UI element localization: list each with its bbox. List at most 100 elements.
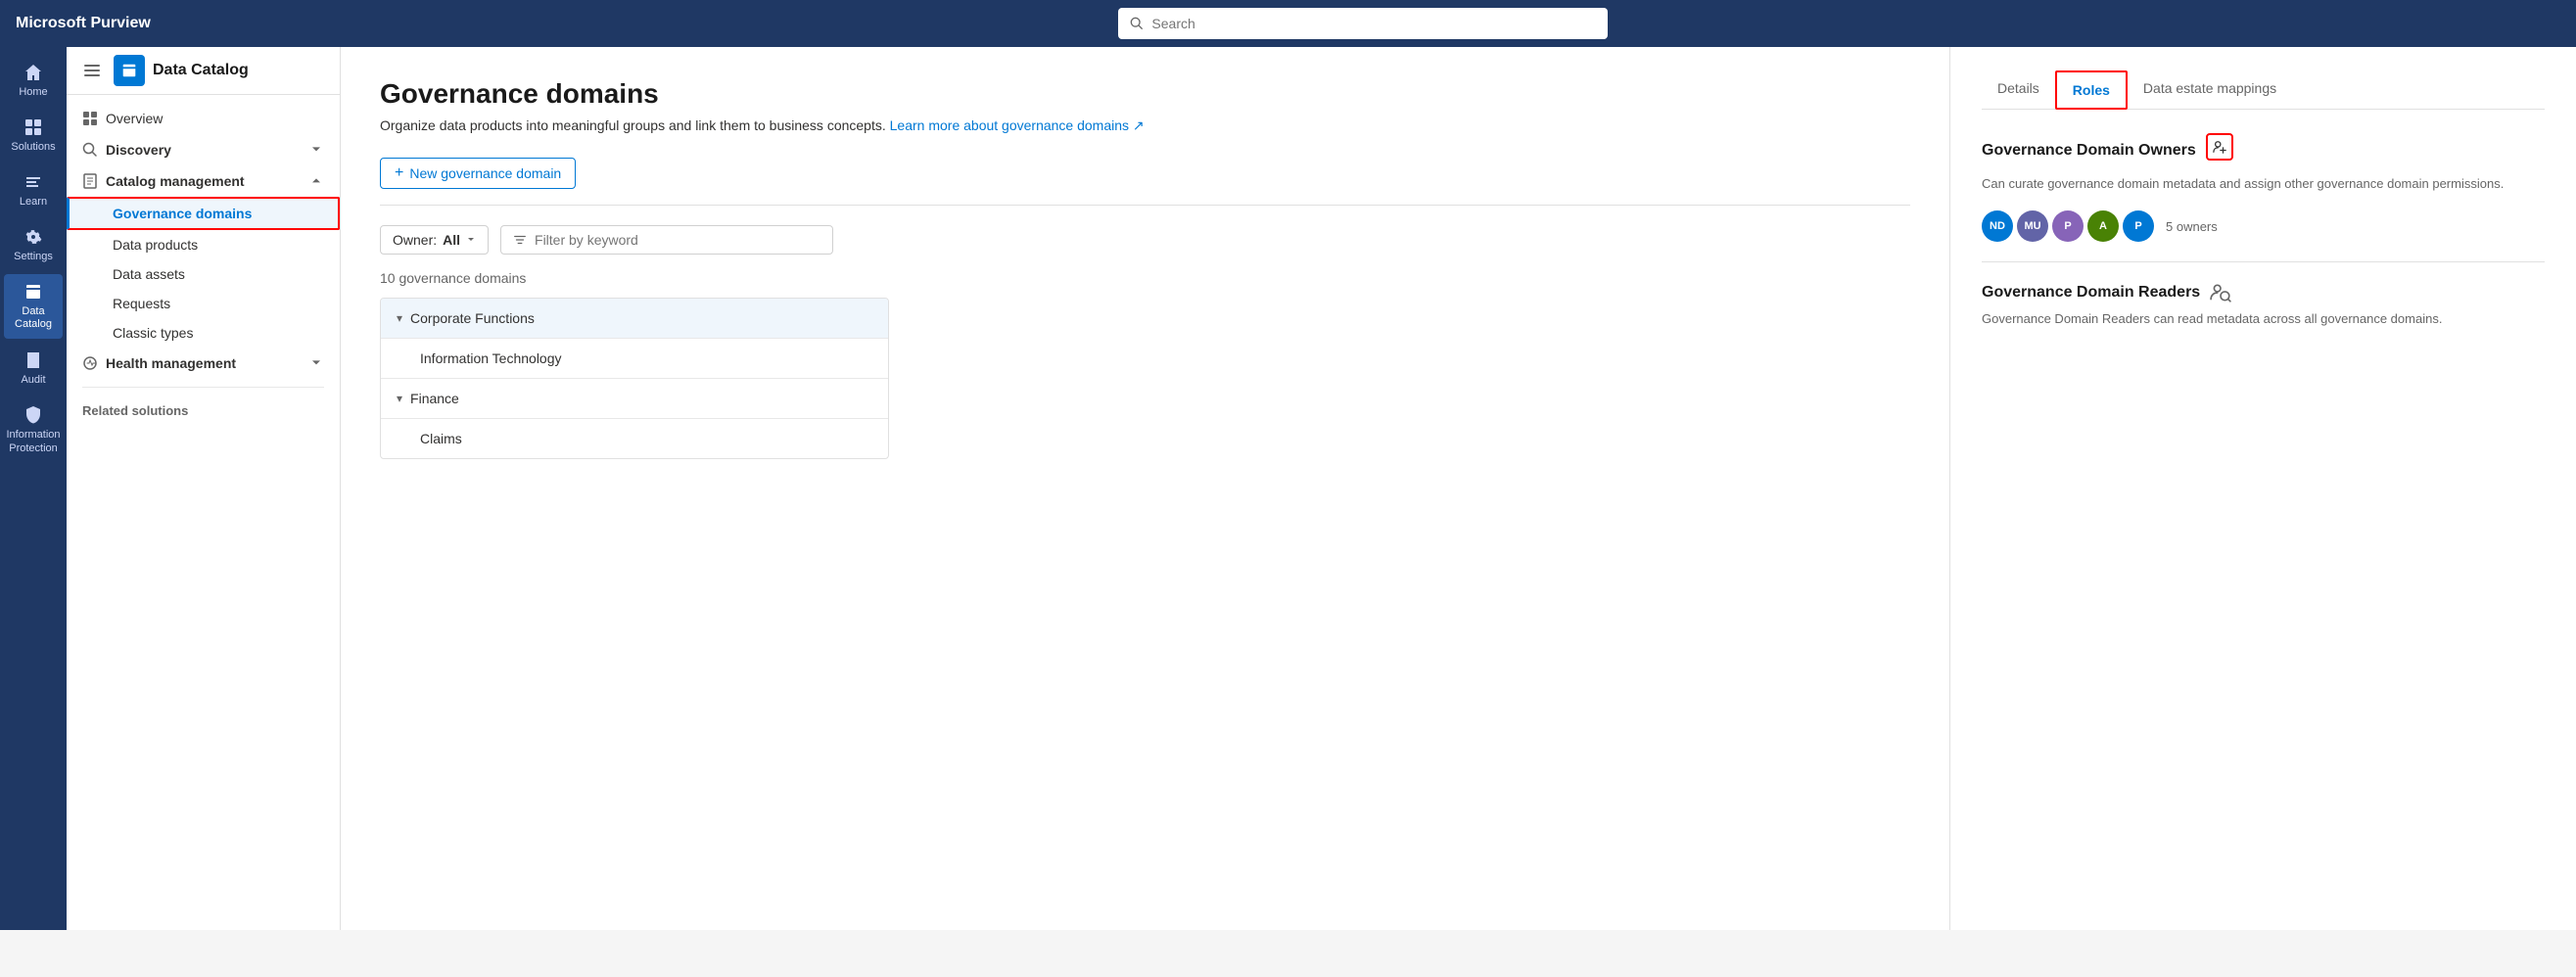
readers-title-text: Governance Domain Readers	[1982, 284, 2200, 302]
sidebar-governance-domains-label: Governance domains	[113, 206, 252, 221]
tab-roles[interactable]: Roles	[2055, 70, 2128, 110]
tab-data-estate-mappings[interactable]: Data estate mappings	[2128, 70, 2292, 110]
content-wrapper: Governance domains Organize data product…	[341, 47, 2576, 930]
sidebar-item-requests[interactable]: Requests	[67, 289, 340, 318]
sidebar-item-overview[interactable]: Overview	[67, 103, 340, 134]
sidebar-menu-toggle[interactable]	[78, 57, 106, 84]
sidebar-item-data-products[interactable]: Data products	[67, 230, 340, 259]
sidebar-requests-label: Requests	[113, 296, 170, 311]
new-button-label: New governance domain	[409, 165, 561, 181]
nav-home[interactable]: Home	[4, 55, 63, 106]
action-bar: + New governance domain	[380, 158, 1910, 206]
plus-icon: +	[395, 164, 403, 182]
page-title: Governance domains	[380, 78, 1910, 110]
owners-count: 5 owners	[2166, 219, 2218, 234]
nav-info-protection[interactable]: Information Protection	[4, 397, 63, 462]
filter-row: Owner: All	[380, 225, 1910, 255]
avatar-p1: P	[2052, 210, 2084, 242]
tab-details[interactable]: Details	[1982, 70, 2055, 110]
sidebar-data-products-label: Data products	[113, 237, 198, 253]
corporate-functions-name: Corporate Functions	[410, 310, 872, 326]
panel-divider	[1982, 261, 2545, 262]
nav-home-label: Home	[19, 86, 47, 98]
nav-audit[interactable]: Audit	[4, 343, 63, 394]
nav-info-protection-label: Information Protection	[6, 429, 60, 454]
sidebar-section-health-management[interactable]: Health management	[67, 348, 340, 379]
owners-section-title: Governance Domain Owners	[1982, 133, 2545, 168]
new-governance-domain-button[interactable]: + New governance domain	[380, 158, 576, 189]
sidebar-section-catalog-management[interactable]: Catalog management	[67, 165, 340, 197]
sidebar-divider	[82, 387, 324, 388]
filter-icon	[513, 233, 527, 247]
domain-item-finance[interactable]: ▾ Finance	[381, 379, 888, 419]
owner-filter-chevron	[466, 235, 476, 245]
information-technology-name: Information Technology	[420, 350, 872, 366]
owners-description: Can curate governance domain metadata an…	[1982, 176, 2545, 191]
sidebar: Data Catalog Overview Discovery Cata	[67, 47, 341, 930]
search-icon	[1130, 17, 1144, 30]
sidebar-discovery-label: Discovery	[106, 142, 171, 158]
layout: Home Solutions Learn Settings Data Catal…	[0, 47, 2576, 930]
add-owner-button[interactable]	[2206, 133, 2233, 161]
nav-learn[interactable]: Learn	[4, 164, 63, 215]
domain-list: ▾ Corporate Functions Information Techno…	[380, 298, 889, 459]
owners-title-text: Governance Domain Owners	[1982, 142, 2196, 160]
sidebar-section-discovery[interactable]: Discovery	[67, 134, 340, 165]
nav-audit-label: Audit	[21, 374, 45, 386]
owners-section: Governance Domain Owners Can curate gove…	[1982, 133, 2545, 242]
page-desc-text: Organize data products into meaningful g…	[380, 117, 886, 133]
nav-data-catalog-label: Data Catalog	[8, 305, 59, 331]
nav-solutions[interactable]: Solutions	[4, 110, 63, 161]
search-bar[interactable]	[1118, 8, 1608, 39]
avatar-a: A	[2087, 210, 2119, 242]
add-owner-icon	[2213, 140, 2226, 154]
main-content: Governance domains Organize data product…	[341, 47, 1949, 930]
search-input[interactable]	[1151, 16, 1596, 31]
domain-item-corporate-functions[interactable]: ▾ Corporate Functions	[381, 299, 888, 339]
readers-section: Governance Domain Readers Governance Dom…	[1982, 282, 2545, 326]
claims-name: Claims	[420, 431, 872, 446]
learn-more-link[interactable]: Learn more about governance domains ↗	[890, 117, 1145, 133]
tabs-row: Details Roles Data estate mappings	[1982, 70, 2545, 110]
nav-settings[interactable]: Settings	[4, 219, 63, 270]
readers-icon	[2210, 282, 2231, 303]
learn-more-text: Learn more about governance domains	[890, 117, 1129, 133]
sidebar-app-icon	[114, 55, 145, 86]
finance-chevron: ▾	[397, 392, 402, 405]
tab-roles-label: Roles	[2073, 82, 2110, 98]
sidebar-item-classic-types[interactable]: Classic types	[67, 318, 340, 348]
sidebar-item-data-assets[interactable]: Data assets	[67, 259, 340, 289]
readers-description: Governance Domain Readers can read metad…	[1982, 311, 2545, 326]
domain-item-claims[interactable]: Claims	[381, 419, 888, 458]
readers-section-title: Governance Domain Readers	[1982, 282, 2545, 303]
finance-name: Finance	[410, 391, 872, 406]
sidebar-related-solutions: Related solutions	[67, 395, 340, 426]
avatar-mu: MU	[2017, 210, 2048, 242]
sidebar-overview-label: Overview	[106, 111, 163, 126]
sidebar-navigation: Overview Discovery Catalog management	[67, 95, 340, 434]
external-link-icon: ↗	[1133, 117, 1145, 133]
topbar: Microsoft Purview	[0, 0, 2576, 47]
app-title: Microsoft Purview	[16, 15, 151, 32]
right-panel: Details Roles Data estate mappings Gover…	[1949, 47, 2576, 930]
page-description: Organize data products into meaningful g…	[380, 117, 1910, 134]
nav-settings-label: Settings	[14, 251, 53, 262]
domain-item-information-technology[interactable]: Information Technology	[381, 339, 888, 379]
nav-data-catalog[interactable]: Data Catalog	[4, 274, 63, 339]
owner-filter[interactable]: Owner: All	[380, 225, 489, 255]
owner-filter-label: Owner:	[393, 232, 437, 248]
sidebar-health-management-label: Health management	[106, 355, 236, 371]
tab-data-estate-mappings-label: Data estate mappings	[2143, 80, 2276, 96]
nav-solutions-label: Solutions	[11, 141, 55, 153]
corporate-functions-chevron: ▾	[397, 311, 402, 325]
sidebar-item-governance-domains[interactable]: Governance domains	[67, 197, 340, 230]
icon-nav: Home Solutions Learn Settings Data Catal…	[0, 47, 67, 930]
tab-details-label: Details	[1997, 80, 2039, 96]
keyword-filter[interactable]	[500, 225, 833, 255]
sidebar-app-title: Data Catalog	[153, 62, 249, 79]
sidebar-data-assets-label: Data assets	[113, 266, 185, 282]
avatars-row: ND MU P A P 5 owners	[1982, 210, 2545, 242]
keyword-filter-input[interactable]	[535, 232, 820, 248]
avatar-nd: ND	[1982, 210, 2013, 242]
sidebar-catalog-management-label: Catalog management	[106, 173, 245, 189]
